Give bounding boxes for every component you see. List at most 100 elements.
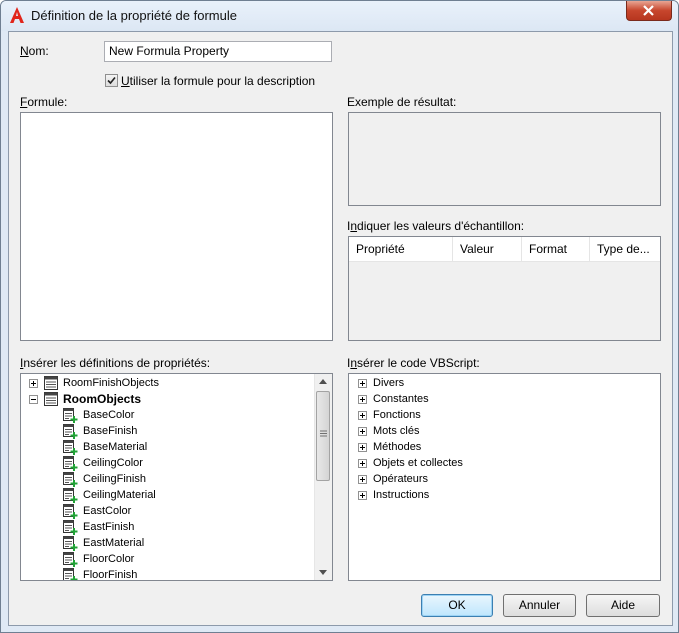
tree-item-property[interactable]: EastFinish <box>21 519 316 535</box>
scroll-down-icon[interactable] <box>319 570 327 575</box>
tree-group-label: RoomObjects <box>63 392 142 406</box>
dialog-window: Définition de la propriété de formule No… <box>0 0 679 633</box>
table-icon <box>44 376 58 390</box>
tree-item-label: BaseFinish <box>83 425 138 437</box>
tree-item-label: EastFinish <box>83 521 135 533</box>
dialog-client-area: Nom: New Formula Property Utiliser la fo… <box>8 31 673 626</box>
expand-icon[interactable] <box>358 395 367 404</box>
property-add-icon <box>63 408 78 423</box>
close-icon <box>643 5 654 16</box>
tree-item-property[interactable]: FloorFinish <box>21 567 316 581</box>
scroll-thumb[interactable] <box>316 391 330 481</box>
expand-icon[interactable] <box>358 491 367 500</box>
grip-icon <box>320 430 327 437</box>
exemple-label: Exemple de résultat: <box>347 95 457 109</box>
tree-item-property[interactable]: FloorColor <box>21 551 316 567</box>
vbscript-category[interactable]: Objets et collectes <box>349 455 659 471</box>
tree-item-label: BaseColor <box>83 409 135 421</box>
expand-icon[interactable] <box>358 379 367 388</box>
expand-icon[interactable] <box>358 459 367 468</box>
vbscript-category-label: Méthodes <box>373 441 422 453</box>
tree-item-property[interactable]: CeilingMaterial <box>21 487 316 503</box>
checkmark-icon <box>107 76 116 85</box>
tree-item-property[interactable]: EastMaterial <box>21 535 316 551</box>
title-bar[interactable]: Définition de la propriété de formule <box>1 1 678 31</box>
use-formula-checkbox[interactable] <box>105 74 118 87</box>
property-add-icon <box>63 424 78 439</box>
vbscript-category-label: Fonctions <box>373 409 421 421</box>
table-icon <box>44 392 58 406</box>
sample-values-label: Indiquer les valeurs d'échantillon: <box>347 219 525 233</box>
collapse-icon[interactable] <box>29 395 38 404</box>
vbscript-category-label: Constantes <box>373 393 429 405</box>
vbscript-category-label: Divers <box>373 377 405 389</box>
expand-icon[interactable] <box>29 379 38 388</box>
tree-group-roomfinishobjects[interactable]: RoomFinishObjects <box>21 375 316 391</box>
tree-item-label: CeilingColor <box>83 457 143 469</box>
tree-item-property[interactable]: BaseColor <box>21 407 316 423</box>
expand-icon[interactable] <box>358 443 367 452</box>
column-propriete[interactable]: Propriété <box>349 237 453 261</box>
vbscript-category-label: Opérateurs <box>373 473 429 485</box>
vbscript-category-label: Objets et collectes <box>373 457 463 469</box>
ok-button[interactable]: OK <box>421 594 493 617</box>
tree-item-label: EastColor <box>83 505 132 517</box>
tree-group-roomobjects[interactable]: RoomObjects <box>21 391 316 407</box>
tree-item-label: BaseMaterial <box>83 441 148 453</box>
tree-item-label: FloorColor <box>83 553 135 565</box>
vbscript-category[interactable]: Mots clés <box>349 423 659 439</box>
help-button[interactable]: Aide <box>586 594 660 617</box>
tree-item-label: CeilingMaterial <box>83 489 156 501</box>
prop-defs-tree[interactable]: RoomFinishObjects RoomObjects BaseColor B… <box>20 373 333 581</box>
property-add-icon <box>63 440 78 455</box>
property-add-icon <box>63 552 78 567</box>
formula-editor[interactable] <box>20 112 333 341</box>
vbscript-category[interactable]: Méthodes <box>349 439 659 455</box>
property-add-icon <box>63 504 78 519</box>
vbscript-category[interactable]: Divers <box>349 375 659 391</box>
autocad-logo-icon <box>10 7 24 23</box>
prop-defs-label: Insérer les définitions de propriétés: <box>20 356 211 370</box>
property-add-icon <box>63 536 78 551</box>
column-valeur[interactable]: Valeur <box>453 237 522 261</box>
tree-item-property[interactable]: CeilingColor <box>21 455 316 471</box>
expand-icon[interactable] <box>358 427 367 436</box>
vbscript-category[interactable]: Instructions <box>349 487 659 503</box>
tree-item-property[interactable]: EastColor <box>21 503 316 519</box>
nom-input[interactable]: New Formula Property <box>104 41 332 62</box>
property-add-icon <box>63 472 78 487</box>
property-add-icon <box>63 568 78 580</box>
tree-item-label: EastMaterial <box>83 537 145 549</box>
tree-item-property[interactable]: BaseMaterial <box>21 439 316 455</box>
column-format[interactable]: Format <box>522 237 590 261</box>
vbscript-category[interactable]: Fonctions <box>349 407 659 423</box>
use-formula-label[interactable]: Utiliser la formule pour la description <box>121 74 315 88</box>
formule-label: Formule: <box>20 95 68 109</box>
close-button[interactable] <box>626 1 672 21</box>
vbscript-category-label: Mots clés <box>373 425 420 437</box>
column-type[interactable]: Type de... <box>590 237 660 261</box>
vbscript-category[interactable]: Constantes <box>349 391 659 407</box>
result-preview <box>348 112 661 206</box>
property-add-icon <box>63 520 78 535</box>
tree-group-label: RoomFinishObjects <box>63 377 159 389</box>
expand-icon[interactable] <box>358 411 367 420</box>
grid-header: Propriété Valeur Format Type de... <box>349 237 660 262</box>
tree-item-label: CeilingFinish <box>83 473 146 485</box>
expand-icon[interactable] <box>358 475 367 484</box>
vbscript-category-label: Instructions <box>373 489 430 501</box>
sample-values-grid[interactable]: Propriété Valeur Format Type de... <box>348 236 661 341</box>
vertical-scrollbar[interactable] <box>314 374 332 580</box>
vbscript-category[interactable]: Opérateurs <box>349 471 659 487</box>
property-add-icon <box>63 456 78 471</box>
window-title: Définition de la propriété de formule <box>31 8 237 23</box>
tree-item-label: FloorFinish <box>83 569 138 581</box>
property-add-icon <box>63 488 78 503</box>
tree-item-property[interactable]: BaseFinish <box>21 423 316 439</box>
scroll-up-icon[interactable] <box>319 379 327 384</box>
tree-item-property[interactable]: CeilingFinish <box>21 471 316 487</box>
nom-label: Nom: <box>20 44 49 58</box>
vbscript-tree[interactable]: Divers Constantes Fonctions Mots clés Méthod… <box>348 373 661 581</box>
cancel-button[interactable]: Annuler <box>503 594 576 617</box>
vbscript-label: Insérer le code VBScript: <box>347 356 480 370</box>
